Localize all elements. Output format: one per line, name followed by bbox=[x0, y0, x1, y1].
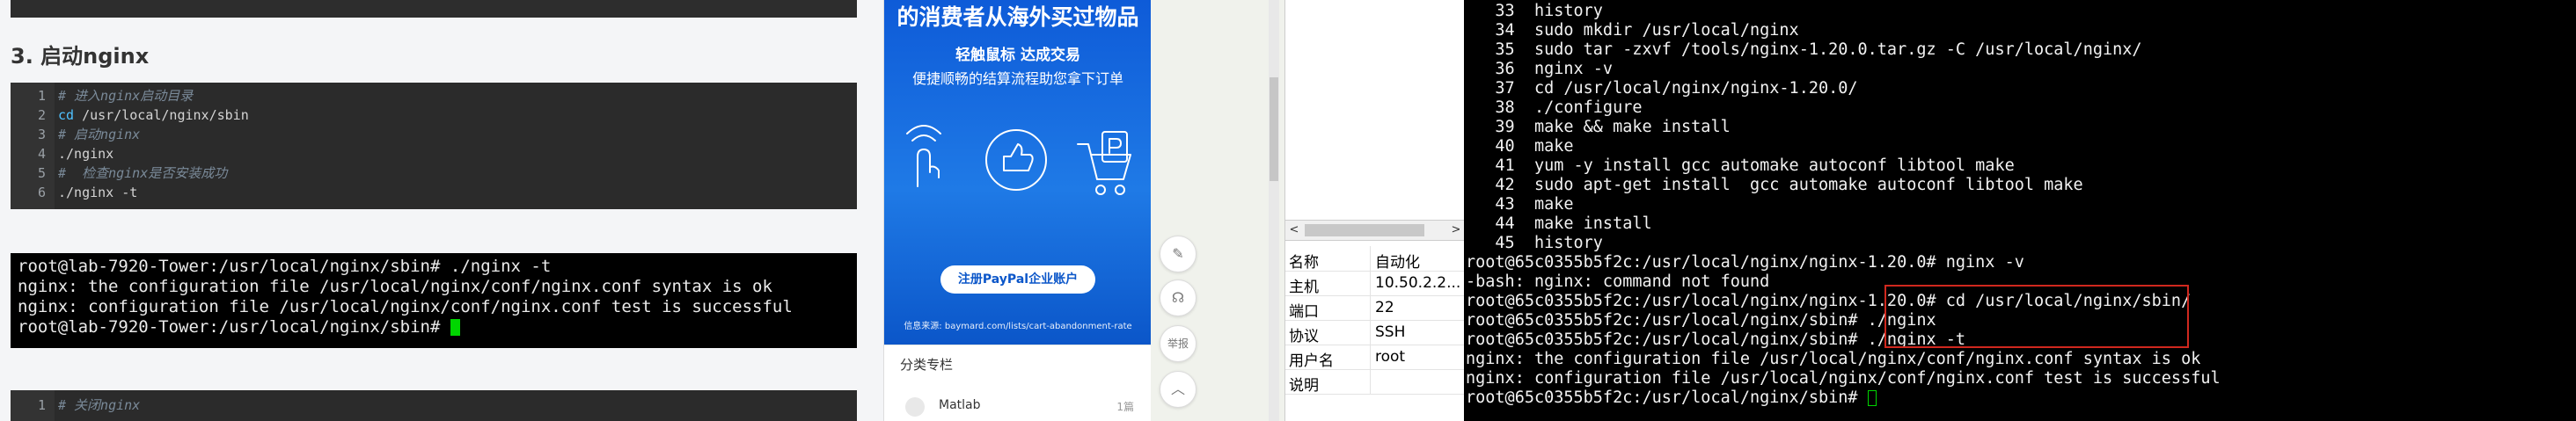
report-icon[interactable]: 举报 bbox=[1160, 325, 1197, 362]
code-line: 3 # 启动nginx bbox=[37, 127, 141, 142]
code-line: 1 # 进入nginx启动目录 bbox=[37, 88, 194, 104]
terminal-line: 45 history bbox=[1466, 234, 1603, 252]
ad-headline: 的消费者从海外买过物品 bbox=[896, 4, 1139, 30]
terminal-line: 43 make bbox=[1466, 195, 1574, 214]
terminal-line: root@lab-7920-Tower:/usr/local/nginx/sbi… bbox=[18, 317, 460, 338]
ad-subheadline: 轻触鼠标 达成交易 bbox=[955, 47, 1080, 64]
session-info-panel: < > 名称 自动化 主机 10.50.2.2... 端口 22 协议 SSH 用户名 r… bbox=[1284, 0, 1465, 421]
scroll-right-icon[interactable]: > bbox=[1447, 221, 1465, 240]
ad-source-note: 信息来源: baymard.com/lists/cart-abandonment… bbox=[904, 322, 1132, 331]
terminal-cursor bbox=[450, 319, 460, 336]
terminal-line: 42 sudo apt-get install gcc automake aut… bbox=[1466, 176, 2083, 194]
terminal-line: -bash: nginx: command not found bbox=[1466, 272, 1770, 291]
session-info-row: 主机 10.50.2.2... bbox=[1285, 271, 1465, 296]
blog-article-pane: 3. 启动nginx 1 # 进入nginx启动目录 2 cd /usr/local… bbox=[0, 0, 883, 421]
terminal-line: 44 make install bbox=[1466, 214, 1652, 233]
scrollbar-thumb[interactable] bbox=[1305, 224, 1424, 236]
terminal-line: root@65c0355b5f2c:/usr/local/nginx/nginx… bbox=[1466, 253, 2024, 272]
terminal-line: nginx: configuration file /usr/local/ngi… bbox=[1466, 369, 2221, 388]
terminal-line: 33 history bbox=[1466, 2, 1603, 20]
category-item-label: Matlab bbox=[939, 398, 981, 412]
category-item-matlab[interactable]: Matlab 1篇 bbox=[905, 396, 1143, 418]
session-info-row: 用户名 root bbox=[1285, 345, 1465, 370]
terminal-line: root@lab-7920-Tower:/usr/local/nginx/sbi… bbox=[18, 257, 552, 276]
terminal-line: 37 cd /usr/local/nginx/nginx-1.20.0/ bbox=[1466, 79, 1858, 98]
session-info-row: 端口 22 bbox=[1285, 295, 1465, 321]
code-line: 4 ./nginx bbox=[37, 146, 114, 162]
terminal-line: nginx: configuration file /usr/local/ngi… bbox=[18, 297, 793, 316]
paypal-ad-banner[interactable]: 的消费者从海外买过物品 轻触鼠标 达成交易 便捷顺畅的结算流程助您拿下订单 注册… bbox=[884, 0, 1152, 345]
terminal-line: 39 make && make install bbox=[1466, 118, 1731, 136]
page-scroll-area: ✎ ☊ 举报 ︿ bbox=[1151, 0, 1284, 421]
matlab-logo-icon bbox=[905, 397, 925, 417]
code-line: 1 # 关闭nginx bbox=[37, 397, 141, 413]
session-info-row: 协议 SSH bbox=[1285, 320, 1465, 345]
ad-description: 便捷顺畅的结算流程助您拿下订单 bbox=[911, 70, 1123, 87]
code-block[interactable]: 1 # 关闭nginx bbox=[11, 390, 857, 421]
sidebar-ad-pane: 的消费者从海外买过物品 轻触鼠标 达成交易 便捷顺畅的结算流程助您拿下订单 注册… bbox=[883, 0, 1152, 421]
scrollbar-thumb[interactable] bbox=[1270, 77, 1278, 181]
scroll-left-icon[interactable]: < bbox=[1285, 221, 1303, 240]
edit-icon[interactable]: ✎ bbox=[1160, 236, 1197, 272]
terminal-line: root@65c0355b5f2c:/usr/local/nginx/sbin#… bbox=[1466, 311, 1936, 330]
previous-code-block bbox=[11, 0, 857, 18]
section-title: 3. 启动nginx bbox=[11, 44, 150, 69]
session-info-row: 说明 bbox=[1285, 369, 1465, 395]
code-line: 6 ./nginx -t bbox=[37, 185, 138, 200]
code-block[interactable]: 1 # 进入nginx启动目录 2 cd /usr/local/nginx/sbin… bbox=[11, 83, 857, 209]
terminal-screenshot-image: root@lab-7920-Tower:/usr/local/nginx/sbi… bbox=[11, 253, 857, 348]
terminal-line: root@65c0355b5f2c:/usr/local/nginx/sbin# bbox=[1466, 388, 1877, 408]
terminal-line: 34 sudo mkdir /usr/local/nginx bbox=[1466, 21, 1799, 40]
terminal-line: 38 ./configure bbox=[1466, 98, 1643, 117]
ssh-terminal[interactable]: 33 history 34 sudo mkdir /usr/local/ngin… bbox=[1464, 0, 2576, 421]
code-line: 5 # 检查nginx是否安装成功 bbox=[37, 165, 228, 181]
register-paypal-button[interactable]: 注册PayPal企业账户 bbox=[940, 265, 1095, 294]
code-line: 2 cd /usr/local/nginx/sbin bbox=[37, 107, 249, 123]
terminal-line: nginx: the configuration file /usr/local… bbox=[1466, 350, 2201, 368]
terminal-line: 35 sudo tar -zxvf /tools/nginx-1.20.0.ta… bbox=[1466, 40, 2142, 59]
vertical-scrollbar[interactable] bbox=[1269, 0, 1279, 421]
annotation-highlight-box bbox=[1884, 285, 2189, 348]
category-item-count: 1篇 bbox=[1116, 401, 1134, 413]
category-column-header: 分类专栏 bbox=[900, 357, 954, 373]
terminal-line: 41 yum -y install gcc automake autoconf … bbox=[1466, 156, 2015, 175]
terminal-line: nginx: the configuration file /usr/local… bbox=[18, 277, 772, 296]
terminal-cursor bbox=[1867, 390, 1877, 406]
back-to-top-icon[interactable]: ︿ bbox=[1160, 371, 1197, 408]
session-info-row: 名称 自动化 bbox=[1285, 246, 1465, 272]
headset-icon[interactable]: ☊ bbox=[1160, 279, 1197, 316]
terminal-line: 36 nginx -v bbox=[1466, 60, 1614, 78]
terminal-line: 40 make bbox=[1466, 137, 1574, 156]
horizontal-scrollbar[interactable]: < > bbox=[1285, 220, 1465, 241]
checkout-illustration bbox=[906, 125, 1131, 195]
